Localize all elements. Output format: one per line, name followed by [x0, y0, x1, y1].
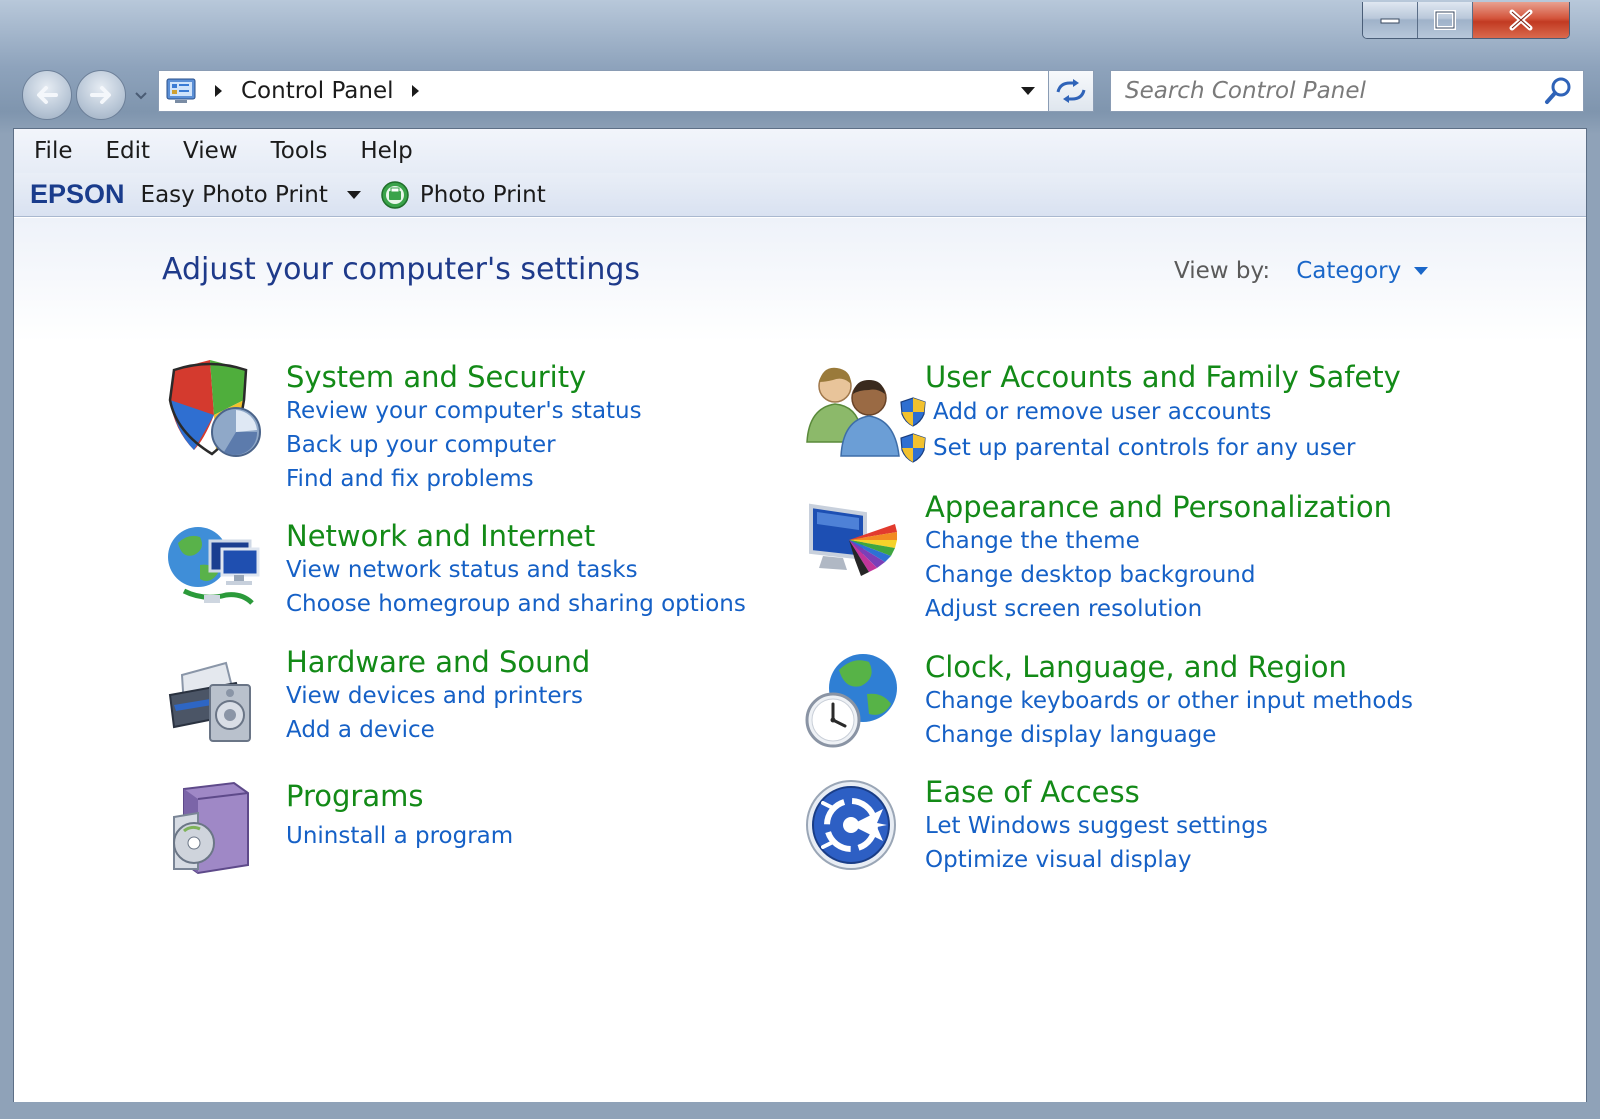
- chevron-down-icon: [135, 92, 147, 100]
- view-by-dropdown[interactable]: Category: [1296, 258, 1401, 284]
- breadcrumb-control-panel[interactable]: Control Panel: [241, 78, 394, 104]
- search-icon[interactable]: [1543, 76, 1573, 106]
- category-link[interactable]: Change the theme: [925, 528, 1140, 554]
- photo-print-icon[interactable]: [380, 180, 410, 210]
- category-link[interactable]: Choose homegroup and sharing options: [286, 591, 746, 617]
- minimize-button[interactable]: [1363, 2, 1418, 38]
- clock-globe-icon[interactable]: [803, 650, 903, 750]
- easy-photo-print-button[interactable]: Easy Photo Print: [141, 182, 328, 208]
- category-link[interactable]: View network status and tasks: [286, 557, 638, 583]
- photo-print-button[interactable]: Photo Print: [420, 182, 546, 208]
- breadcrumb-arrow-icon[interactable]: [410, 83, 422, 99]
- link-label: Add or remove user accounts: [933, 399, 1272, 425]
- refresh-icon: [1056, 79, 1086, 103]
- category-title[interactable]: Programs: [286, 779, 423, 813]
- menu-file[interactable]: File: [34, 138, 73, 164]
- category-title[interactable]: Clock, Language, and Region: [925, 650, 1347, 684]
- security-shield-icon[interactable]: [164, 360, 264, 460]
- view-by-label: View by:: [1174, 258, 1271, 284]
- chevron-down-icon[interactable]: [346, 190, 362, 200]
- category-title[interactable]: Hardware and Sound: [286, 645, 590, 679]
- address-bar[interactable]: Control Panel: [158, 70, 1050, 112]
- category-link[interactable]: Find and fix problems: [286, 466, 534, 492]
- titlebar-buttons: [1362, 2, 1570, 39]
- search-input[interactable]: [1111, 75, 1543, 107]
- ease-of-access-icon[interactable]: [803, 775, 903, 875]
- category-link[interactable]: Change desktop background: [925, 562, 1255, 588]
- uac-shield-icon: [900, 433, 926, 463]
- category-link[interactable]: Let Windows suggest settings: [925, 813, 1268, 839]
- category-link[interactable]: View devices and printers: [286, 683, 583, 709]
- close-icon: [1509, 9, 1533, 31]
- printer-speaker-icon[interactable]: [164, 645, 264, 745]
- programs-box-icon[interactable]: [164, 779, 264, 879]
- category-link[interactable]: Back up your computer: [286, 432, 556, 458]
- menu-bar: File Edit View Tools Help: [14, 129, 1586, 173]
- menu-tools[interactable]: Tools: [271, 138, 328, 164]
- recent-pages-dropdown[interactable]: [134, 86, 148, 105]
- epson-logo: EPSON: [30, 179, 125, 209]
- category-title[interactable]: Network and Internet: [286, 519, 595, 553]
- minimize-icon: [1380, 18, 1400, 24]
- arrow-right-icon: [90, 86, 111, 104]
- category-title[interactable]: System and Security: [286, 360, 586, 394]
- category-link[interactable]: Change keyboards or other input methods: [925, 688, 1413, 714]
- category-link[interactable]: Add or remove user accounts: [899, 396, 1271, 428]
- category-title[interactable]: Appearance and Personalization: [925, 490, 1392, 524]
- back-button[interactable]: [22, 70, 72, 120]
- client-area: File Edit View Tools Help EPSON Easy Pho…: [13, 128, 1587, 1102]
- maximize-button[interactable]: [1418, 2, 1473, 38]
- category-link[interactable]: Uninstall a program: [286, 823, 513, 849]
- navigation-bar: Control Panel: [16, 66, 1584, 124]
- page-title: Adjust your computer's settings: [162, 252, 641, 287]
- category-link[interactable]: Add a device: [286, 717, 435, 743]
- window-frame: Control Panel File Edit View: [0, 0, 1600, 1119]
- control-panel-icon: [166, 78, 196, 103]
- category-link[interactable]: Adjust screen resolution: [925, 596, 1202, 622]
- uac-shield-icon: [900, 397, 926, 427]
- category-title[interactable]: User Accounts and Family Safety: [925, 360, 1401, 394]
- maximize-icon: [1434, 10, 1456, 30]
- close-button[interactable]: [1473, 2, 1569, 38]
- menu-help[interactable]: Help: [360, 138, 412, 164]
- arrow-left-icon: [37, 86, 58, 104]
- category-link[interactable]: Review your computer's status: [286, 398, 642, 424]
- monitor-palette-icon[interactable]: [803, 490, 903, 590]
- chevron-down-icon[interactable]: [1413, 266, 1429, 276]
- menu-view[interactable]: View: [183, 138, 238, 164]
- forward-button[interactable]: [76, 70, 126, 120]
- category-title[interactable]: Ease of Access: [925, 775, 1140, 809]
- command-bar: EPSON Easy Photo Print Photo Print: [14, 173, 1586, 217]
- users-icon[interactable]: [803, 360, 903, 460]
- content-pane: Adjust your computer's settings View by:…: [14, 218, 1586, 1102]
- category-link[interactable]: Optimize visual display: [925, 847, 1191, 873]
- category-link[interactable]: Change display language: [925, 722, 1216, 748]
- breadcrumb-arrow-icon: [215, 85, 222, 97]
- address-dropdown-icon[interactable]: [1019, 85, 1037, 97]
- view-by: View by: Category: [1174, 258, 1429, 284]
- menu-edit[interactable]: Edit: [106, 138, 151, 164]
- refresh-button[interactable]: [1048, 70, 1094, 112]
- link-label: Set up parental controls for any user: [933, 435, 1356, 461]
- search-box: [1110, 70, 1584, 112]
- category-link[interactable]: Set up parental controls for any user: [899, 432, 1355, 464]
- network-globe-icon[interactable]: [164, 519, 264, 619]
